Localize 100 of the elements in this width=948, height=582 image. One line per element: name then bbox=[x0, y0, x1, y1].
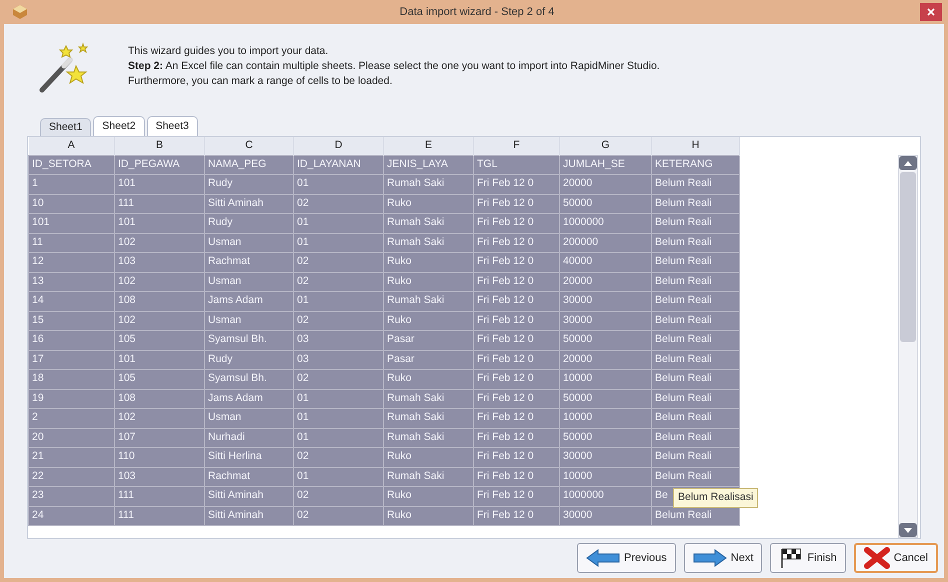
table-cell-text: Be bbox=[654, 488, 669, 504]
column-letter-header[interactable]: F bbox=[474, 137, 560, 155]
table-cell-text: Belum Reali bbox=[654, 234, 713, 250]
table-cell-text: 01 bbox=[296, 410, 310, 426]
table-cell-text: 50000 bbox=[562, 430, 594, 445]
table-cell-text: Usman bbox=[207, 234, 242, 250]
table-cell-text: Rumah Saki bbox=[386, 293, 446, 308]
wizard-button[interactable]: Finish bbox=[770, 543, 846, 573]
table-cell-text: 01 bbox=[296, 430, 310, 445]
column-letter-header[interactable]: D bbox=[294, 137, 384, 155]
table-cell-text: Belum Reali bbox=[654, 312, 713, 328]
table-cell-text: Ruko bbox=[386, 274, 413, 289]
table-cell-text: Fri Feb 12 0 bbox=[476, 371, 535, 386]
table-cell-text: 01 bbox=[296, 390, 310, 406]
wizard-button[interactable]: Previous bbox=[576, 543, 676, 573]
table-cell-text: 12 bbox=[31, 254, 45, 270]
scroll-down-button[interactable] bbox=[899, 523, 917, 537]
left-arrow-icon bbox=[586, 549, 620, 567]
wizard-button[interactable]: Next bbox=[684, 543, 762, 573]
intro-text: Step 2: An Excel file can contain multiple sheets. Please select the one you want to import into RapidMiner Studio. bbox=[128, 59, 660, 74]
column-letter-header[interactable]: B bbox=[114, 137, 204, 155]
table-cell-text: Nurhadi bbox=[207, 430, 246, 445]
table-cell-text: Belum Reali bbox=[654, 390, 713, 406]
table-cell-text: 01 bbox=[296, 468, 310, 484]
table-cell-text: Fri Feb 12 0 bbox=[476, 468, 535, 484]
table-cell-text: Fri Feb 12 0 bbox=[476, 390, 535, 406]
table-cell-text: JUMLAH_SE bbox=[562, 156, 626, 172]
table-cell-text: 102 bbox=[117, 234, 137, 250]
table-cell-text: ID_LAYANAN bbox=[296, 156, 362, 172]
table-cell-text: 111 bbox=[117, 196, 135, 211]
table-cell-text: 1000000 bbox=[562, 488, 605, 504]
table-cell-text: 102 bbox=[117, 312, 137, 328]
table-cell-text: ID_PEGAWA bbox=[117, 156, 181, 172]
scroll-up-button[interactable] bbox=[899, 156, 917, 170]
table-cell-text: Belum Reali bbox=[654, 293, 713, 308]
table-cell-text: Belum Reali bbox=[654, 332, 713, 348]
table-cell-text: Belum Reali bbox=[654, 430, 713, 445]
table-cell-text: 30000 bbox=[562, 508, 594, 523]
table-cell-text: 24 bbox=[31, 508, 45, 523]
table-cell-text: Belum Reali bbox=[654, 215, 713, 230]
table-cell-text: 15 bbox=[31, 312, 45, 328]
table-cell-text: 30000 bbox=[562, 312, 594, 328]
table-cell-text: 17 bbox=[31, 352, 45, 367]
table-cell-text: 111 bbox=[117, 508, 135, 523]
table-cell-text: 02 bbox=[296, 508, 310, 523]
wizard-button[interactable]: Cancel bbox=[854, 543, 938, 573]
column-letter-header[interactable]: A bbox=[28, 137, 114, 155]
table-cell-text: 40000 bbox=[562, 254, 594, 270]
table-cell-text: Jams Adam bbox=[207, 390, 264, 406]
vertical-scrollbar[interactable] bbox=[898, 155, 918, 538]
table-cell-text: 10000 bbox=[562, 468, 594, 484]
table-cell-text: Fri Feb 12 0 bbox=[476, 254, 535, 270]
table-cell-text: Rudy bbox=[207, 352, 234, 367]
column-letter-header[interactable]: H bbox=[652, 137, 740, 155]
table-cell-text: 20000 bbox=[562, 176, 594, 192]
column-letter-header[interactable]: E bbox=[384, 137, 474, 155]
table-cell-text: Pasar bbox=[386, 352, 416, 367]
table-cell-text: 101 bbox=[117, 352, 137, 367]
close-button[interactable] bbox=[920, 3, 942, 21]
table-cell-text: 14 bbox=[31, 293, 45, 308]
table-cell-text: 111 bbox=[117, 488, 135, 504]
table-cell-text: Belum Reali bbox=[654, 371, 713, 386]
table-cell-text: 102 bbox=[117, 410, 137, 426]
table-cell-text: 02 bbox=[296, 254, 310, 270]
table-cell-text: Rumah Saki bbox=[386, 390, 446, 406]
table-cell-text: Belum Reali bbox=[654, 352, 713, 367]
table-cell-text: Ruko bbox=[386, 196, 413, 211]
column-letter-header[interactable]: C bbox=[204, 137, 294, 155]
table-cell-text: Rudy bbox=[207, 215, 234, 230]
table-cell-text: Syamsul Bh. bbox=[207, 332, 268, 348]
table-cell-text: Belum Reali bbox=[654, 176, 713, 192]
sheet-tab[interactable]: Sheet2 bbox=[93, 116, 145, 136]
table-cell-text: 02 bbox=[296, 371, 310, 386]
table-cell-text: TGL bbox=[476, 156, 498, 172]
table-cell-text: 108 bbox=[117, 390, 137, 406]
sheet-tab[interactable]: Sheet3 bbox=[146, 116, 198, 136]
window-title: Data import wizard - Step 2 of 4 bbox=[398, 4, 556, 20]
table-cell-text: Sitti Aminah bbox=[207, 488, 264, 504]
table-cell-text: Rumah Saki bbox=[386, 234, 446, 250]
table-cell-text: 01 bbox=[296, 215, 310, 230]
table-cell-text: Fri Feb 12 0 bbox=[476, 508, 535, 523]
table-cell-text: Fri Feb 12 0 bbox=[476, 312, 535, 328]
table-cell-text: 13 bbox=[31, 274, 45, 289]
table-cell-text: Rumah Saki bbox=[386, 215, 446, 230]
table-cell-text: Rumah Saki bbox=[386, 176, 446, 192]
table-cell-text: 102 bbox=[117, 274, 137, 289]
table-cell-text: Fri Feb 12 0 bbox=[476, 430, 535, 445]
table-cell-text: Ruko bbox=[386, 312, 413, 328]
table-cell-text: Fri Feb 12 0 bbox=[476, 352, 535, 367]
scroll-thumb[interactable] bbox=[900, 172, 916, 342]
table-cell-text: 103 bbox=[117, 468, 137, 484]
sheet-tab[interactable]: Sheet1 bbox=[40, 118, 92, 136]
table-cell-text: 1000000 bbox=[562, 215, 605, 230]
table-cell-text: 103 bbox=[117, 254, 137, 270]
tooltip: Belum Realisasi bbox=[673, 488, 758, 508]
close-icon bbox=[864, 547, 890, 569]
intro-text: Furthermore, you can mark a range of cells to be loaded. bbox=[128, 74, 394, 89]
table-cell-text: 01 bbox=[296, 176, 310, 192]
table-cell-text: 03 bbox=[296, 352, 310, 367]
column-letter-header[interactable]: G bbox=[560, 137, 652, 155]
